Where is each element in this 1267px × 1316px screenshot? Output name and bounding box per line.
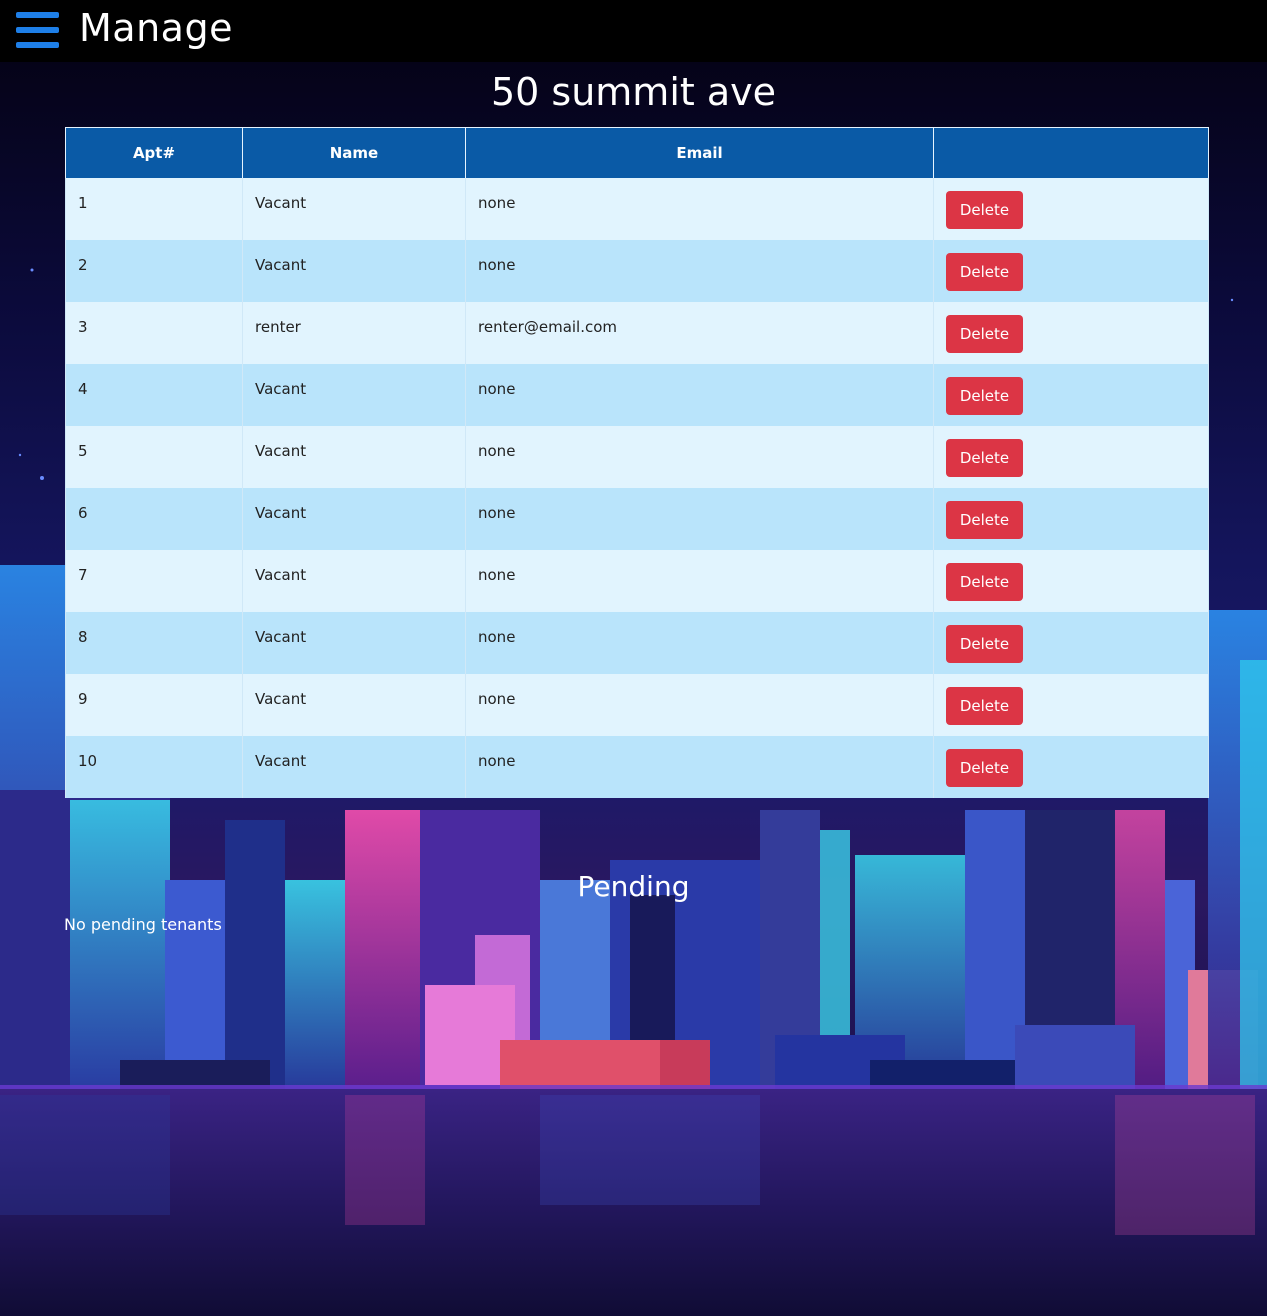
table-row: 5 Vacant none Delete <box>65 426 1209 488</box>
tenant-email: none <box>465 240 934 302</box>
column-header-email: Email <box>465 127 934 178</box>
tenant-name: Vacant <box>242 488 466 550</box>
apt-number: 3 <box>65 302 243 364</box>
apt-number: 9 <box>65 674 243 736</box>
action-cell: Delete <box>933 736 1209 798</box>
tenant-name: Vacant <box>242 426 466 488</box>
tenant-name: Vacant <box>242 674 466 736</box>
tenant-email: none <box>465 364 934 426</box>
tenant-table: Apt# Name Email 1 Vacant none Delete 2 V… <box>65 127 1209 798</box>
tenant-email: none <box>465 736 934 798</box>
table-row: 1 Vacant none Delete <box>65 178 1209 240</box>
tenant-name: Vacant <box>242 178 466 240</box>
apt-number: 10 <box>65 736 243 798</box>
tenant-email: none <box>465 488 934 550</box>
column-header-action <box>933 127 1209 178</box>
tenant-name: renter <box>242 302 466 364</box>
tenant-email: renter@email.com <box>465 302 934 364</box>
hamburger-menu-icon[interactable] <box>16 12 60 50</box>
delete-button[interactable]: Delete <box>946 501 1023 539</box>
page-title: Manage <box>79 6 233 50</box>
action-cell: Delete <box>933 302 1209 364</box>
tenant-email: none <box>465 550 934 612</box>
table-row: 2 Vacant none Delete <box>65 240 1209 302</box>
tenant-email: none <box>465 612 934 674</box>
top-bar: Manage <box>0 0 1267 62</box>
column-header-name: Name <box>242 127 466 178</box>
table-header-row: Apt# Name Email <box>65 127 1209 178</box>
action-cell: Delete <box>933 240 1209 302</box>
action-cell: Delete <box>933 550 1209 612</box>
table-row: 9 Vacant none Delete <box>65 674 1209 736</box>
action-cell: Delete <box>933 612 1209 674</box>
action-cell: Delete <box>933 178 1209 240</box>
apt-number: 6 <box>65 488 243 550</box>
delete-button[interactable]: Delete <box>946 563 1023 601</box>
apt-number: 8 <box>65 612 243 674</box>
building-name: 50 summit ave <box>490 70 777 114</box>
action-cell: Delete <box>933 426 1209 488</box>
tenant-name: Vacant <box>242 612 466 674</box>
apt-number: 4 <box>65 364 243 426</box>
table-row: 10 Vacant none Delete <box>65 736 1209 798</box>
apt-number: 1 <box>65 178 243 240</box>
action-cell: Delete <box>933 674 1209 736</box>
table-row: 6 Vacant none Delete <box>65 488 1209 550</box>
pending-empty-message: No pending tenants <box>64 915 222 934</box>
tenant-name: Vacant <box>242 240 466 302</box>
tenant-email: none <box>465 674 934 736</box>
apt-number: 7 <box>65 550 243 612</box>
delete-button[interactable]: Delete <box>946 439 1023 477</box>
tenant-email: none <box>465 178 934 240</box>
column-header-apt: Apt# <box>65 127 243 178</box>
table-row: 4 Vacant none Delete <box>65 364 1209 426</box>
delete-button[interactable]: Delete <box>946 625 1023 663</box>
table-row: 8 Vacant none Delete <box>65 612 1209 674</box>
delete-button[interactable]: Delete <box>946 315 1023 353</box>
menu-line <box>16 27 59 33</box>
action-cell: Delete <box>933 364 1209 426</box>
menu-line <box>16 42 59 48</box>
tenant-name: Vacant <box>242 364 466 426</box>
apt-number: 2 <box>65 240 243 302</box>
pending-section-title: Pending <box>577 870 690 903</box>
menu-line <box>16 12 59 18</box>
delete-button[interactable]: Delete <box>946 191 1023 229</box>
delete-button[interactable]: Delete <box>946 749 1023 787</box>
delete-button[interactable]: Delete <box>946 377 1023 415</box>
delete-button[interactable]: Delete <box>946 687 1023 725</box>
tenant-name: Vacant <box>242 550 466 612</box>
delete-button[interactable]: Delete <box>946 253 1023 291</box>
table-row: 7 Vacant none Delete <box>65 550 1209 612</box>
tenant-email: none <box>465 426 934 488</box>
apt-number: 5 <box>65 426 243 488</box>
action-cell: Delete <box>933 488 1209 550</box>
tenant-name: Vacant <box>242 736 466 798</box>
table-row: 3 renter renter@email.com Delete <box>65 302 1209 364</box>
